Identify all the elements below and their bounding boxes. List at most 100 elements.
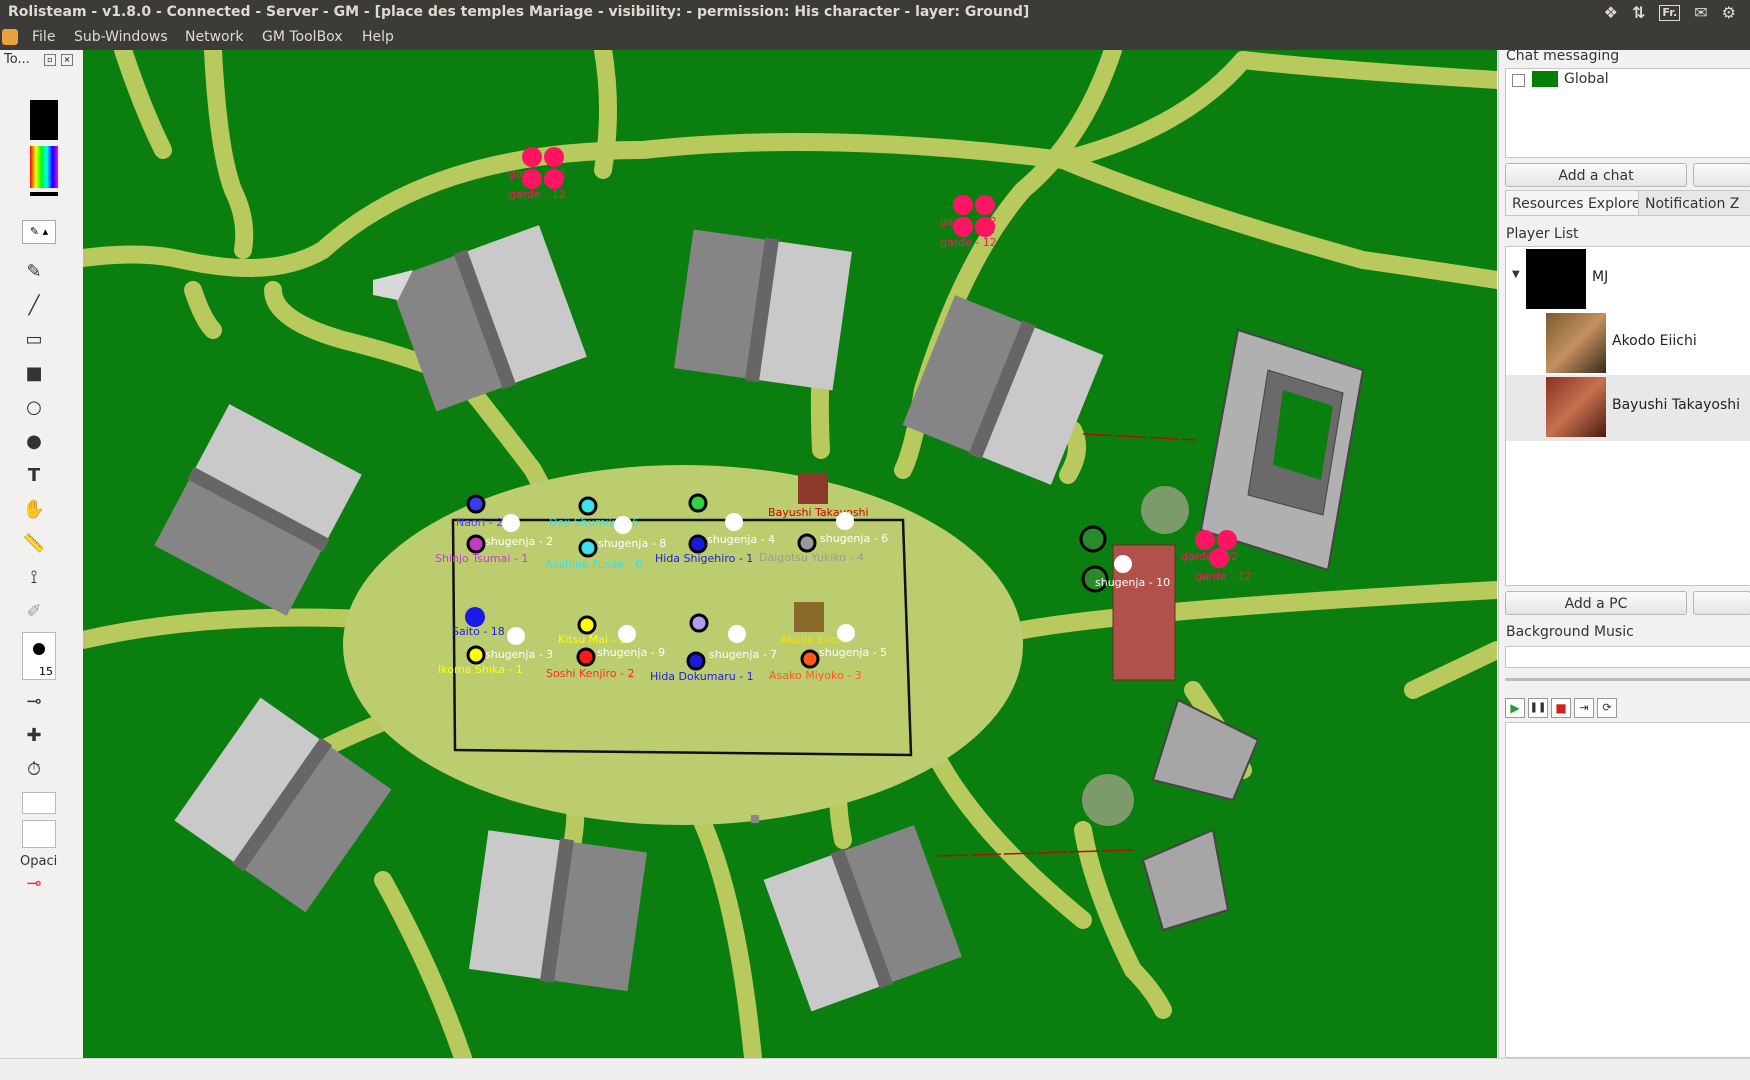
menu-help[interactable]: Help bbox=[362, 25, 394, 50]
playlist[interactable] bbox=[1505, 722, 1750, 1058]
tab-resources-explorer[interactable]: Resources Explorer bbox=[1505, 190, 1646, 216]
tree bbox=[1141, 486, 1189, 534]
gear-icon[interactable]: ⚙ bbox=[1722, 0, 1736, 25]
window-title: Rolisteam - v1.8.0 - Connected - Server … bbox=[8, 4, 1030, 20]
player-name: Bayushi Takayoshi bbox=[1612, 397, 1741, 413]
loop-icon[interactable]: ⟳ bbox=[1597, 698, 1617, 718]
add-chat-button[interactable]: Add a chat bbox=[1505, 163, 1687, 187]
shugenja-token[interactable] bbox=[728, 625, 746, 643]
pencil-icon[interactable]: ✎ bbox=[22, 260, 46, 282]
next-icon[interactable]: ⇥ bbox=[1574, 698, 1594, 718]
shugenja-token[interactable] bbox=[836, 512, 854, 530]
shugenja-token[interactable] bbox=[1114, 555, 1132, 573]
music-track-field[interactable] bbox=[1505, 646, 1750, 668]
menu-gm-toolbox[interactable]: GM ToolBox bbox=[262, 25, 343, 50]
map-canvas[interactable]: garde - 12 garde - 12 garde - 12 garde -… bbox=[83, 50, 1497, 1058]
opacity-label: Opaci bbox=[20, 854, 58, 869]
opacity-slider[interactable]: ⊸ bbox=[22, 872, 46, 894]
toolbox-panel: To... ▫ × ✎ ▴ ✎ ╱ ▭ ■ ○ ● T ✋ 📏 ⟟ ✐ 15 ⊸… bbox=[0, 50, 84, 1058]
avatar bbox=[1546, 377, 1606, 437]
npc-number-field[interactable] bbox=[22, 820, 56, 848]
pen-size-value: 15 bbox=[39, 665, 53, 678]
shugenja-token[interactable] bbox=[507, 627, 525, 645]
pawn-ikoma-shika[interactable] bbox=[466, 645, 486, 665]
filled-ellipse-icon[interactable]: ● bbox=[22, 430, 46, 452]
toolbox-title: To... bbox=[4, 52, 30, 67]
pawn-name: Naori - 2 bbox=[456, 516, 503, 529]
guard-token bbox=[953, 195, 973, 215]
pawn-shinjo-tsumai[interactable] bbox=[466, 534, 486, 554]
player-name: MJ bbox=[1592, 269, 1609, 285]
play-icon[interactable]: ▶ bbox=[1505, 698, 1525, 718]
remove-pc-button[interactable] bbox=[1693, 591, 1750, 615]
ruler-icon[interactable]: 📏 bbox=[22, 532, 46, 554]
shugenja-token[interactable] bbox=[614, 516, 632, 534]
menu-file[interactable]: File bbox=[32, 25, 55, 50]
pawn-asako-miyoko[interactable] bbox=[800, 649, 820, 669]
pause-icon[interactable]: ❚❚ bbox=[1528, 698, 1548, 718]
current-color-swatch[interactable] bbox=[30, 100, 58, 140]
pawn-soshi-kenjiro[interactable] bbox=[576, 647, 596, 667]
pawn-otomo[interactable] bbox=[1079, 525, 1107, 553]
mj-avatar bbox=[1526, 249, 1586, 309]
close-icon[interactable]: × bbox=[61, 54, 73, 66]
pawn-doji-shumiko[interactable] bbox=[578, 496, 598, 516]
pawn-hida-dokumaru[interactable] bbox=[686, 651, 706, 671]
menu-network[interactable]: Network bbox=[185, 25, 243, 50]
filled-rect-icon[interactable]: ■ bbox=[22, 362, 46, 384]
guard-token bbox=[975, 195, 995, 215]
tab-notification-zone[interactable]: Notification Z bbox=[1638, 190, 1750, 216]
dropbox-icon[interactable]: ❖ bbox=[1604, 0, 1618, 25]
pawn-naori[interactable] bbox=[466, 494, 486, 514]
timer-icon[interactable]: ⏱ bbox=[22, 758, 46, 780]
shugenja-token[interactable] bbox=[618, 625, 636, 643]
chat-global-label[interactable]: Global bbox=[1564, 71, 1609, 87]
akodo-portrait-token[interactable] bbox=[794, 602, 824, 632]
color-palette[interactable] bbox=[30, 146, 58, 188]
size-slider[interactable]: ⊸ bbox=[22, 690, 46, 712]
chat-global-checkbox[interactable] bbox=[1512, 74, 1525, 87]
pawn-green[interactable] bbox=[688, 493, 708, 513]
music-progress-slider[interactable] bbox=[1505, 678, 1750, 681]
chevron-down-icon[interactable]: ▼ bbox=[1512, 269, 1520, 280]
player-row-akodo[interactable]: Akodo Eiichi bbox=[1506, 311, 1750, 377]
tree bbox=[1082, 774, 1134, 826]
network-transfer-icon[interactable]: ⇅ bbox=[1632, 0, 1645, 25]
path-n-center bbox=[594, 50, 617, 179]
text-tool-icon[interactable]: T bbox=[22, 464, 46, 486]
empty-ellipse-icon[interactable]: ○ bbox=[22, 396, 46, 418]
keyboard-layout-indicator[interactable]: Fr. bbox=[1659, 4, 1681, 21]
app-icon bbox=[2, 29, 18, 45]
shugenja-label: shugenja - 6 bbox=[820, 532, 888, 545]
pawn-kitsu-mai[interactable] bbox=[577, 615, 597, 635]
add-icon[interactable]: ✚ bbox=[22, 724, 46, 746]
pawn-saito[interactable] bbox=[465, 607, 485, 627]
pawn-hida-shigehiro[interactable] bbox=[688, 534, 708, 554]
shugenja-token[interactable] bbox=[837, 624, 855, 642]
pawn-asahina-fusae[interactable] bbox=[578, 538, 598, 558]
add-pc-button[interactable]: Add a PC bbox=[1505, 591, 1687, 615]
npc-name-field[interactable] bbox=[22, 792, 56, 814]
bayushi-portrait-token[interactable] bbox=[798, 474, 828, 504]
player-row-mj[interactable]: ▼ MJ bbox=[1506, 247, 1750, 313]
pawn-lavender[interactable] bbox=[689, 613, 709, 633]
pawn-name: Ikoma Shika - 1 bbox=[438, 663, 523, 676]
float-icon[interactable]: ▫ bbox=[44, 54, 56, 66]
empty-rect-icon[interactable]: ▭ bbox=[22, 328, 46, 350]
shugenja-token[interactable] bbox=[725, 513, 743, 531]
hand-icon[interactable]: ✋ bbox=[22, 498, 46, 520]
line-tool-icon[interactable]: ╱ bbox=[22, 294, 46, 316]
pawn-daigotsu-yukiko[interactable] bbox=[797, 533, 817, 553]
shugenja-label: shugenja - 7 bbox=[709, 648, 777, 661]
remove-chat-button[interactable] bbox=[1693, 163, 1750, 187]
music-controls: ▶ ❚❚ ■ ⇥ ⟳ bbox=[1505, 698, 1617, 718]
menu-sub-windows[interactable]: Sub-Windows bbox=[74, 25, 168, 50]
tool-selector[interactable]: ✎ ▴ bbox=[22, 220, 56, 244]
player-row-bayushi[interactable]: Bayushi Takayoshi bbox=[1506, 375, 1750, 441]
shugenja-token[interactable] bbox=[502, 514, 520, 532]
path-tool-icon[interactable]: ⟟ bbox=[22, 566, 46, 588]
stop-icon[interactable]: ■ bbox=[1551, 698, 1571, 718]
mail-icon[interactable]: ✉ bbox=[1694, 0, 1707, 25]
pen-size-box[interactable]: 15 bbox=[22, 632, 56, 680]
pipette-icon[interactable]: ✐ bbox=[22, 600, 46, 622]
